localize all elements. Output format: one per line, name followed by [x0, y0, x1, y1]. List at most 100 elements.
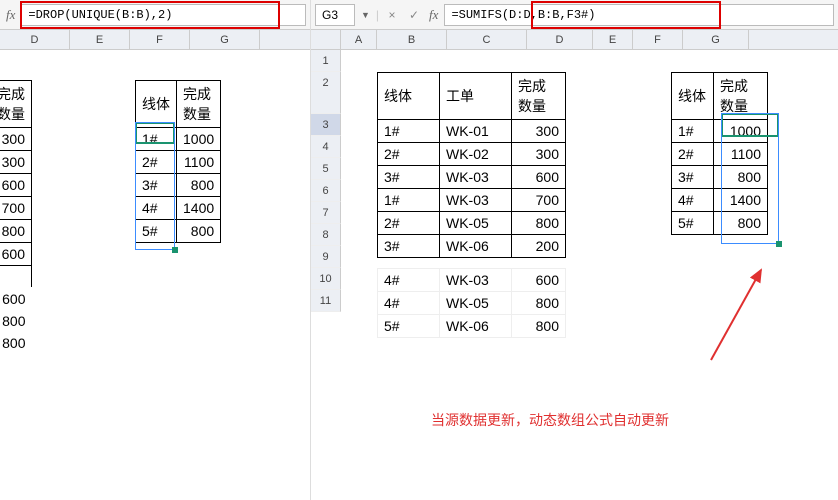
- data-cell[interactable]: 4#: [136, 197, 177, 220]
- data-cell[interactable]: 300: [512, 143, 566, 166]
- data-cell[interactable]: 1000: [177, 128, 221, 151]
- data-cell[interactable]: 200: [512, 235, 566, 258]
- data-cell[interactable]: 1#: [378, 189, 440, 212]
- data-cell[interactable]: WK-03: [440, 166, 512, 189]
- data-cell[interactable]: 600: [512, 269, 566, 292]
- col-header[interactable]: C: [447, 30, 527, 49]
- formula-input-left[interactable]: =DROP(UNIQUE(B:B),2): [21, 4, 306, 26]
- row-header[interactable]: 3: [311, 114, 341, 136]
- row-header[interactable]: 6: [311, 180, 341, 202]
- data-cell[interactable]: 800: [0, 310, 32, 332]
- fx-label[interactable]: fx: [427, 7, 440, 23]
- row-header[interactable]: 5: [311, 158, 341, 180]
- fill-handle-right[interactable]: [776, 241, 782, 247]
- col-header[interactable]: F: [130, 30, 190, 49]
- data-cell[interactable]: 1#: [672, 120, 714, 143]
- header-cell[interactable]: 完成 数量: [512, 73, 566, 120]
- header-cell[interactable]: 工单: [440, 73, 512, 120]
- data-cell[interactable]: 800: [512, 315, 566, 338]
- data-cell[interactable]: WK-01: [440, 120, 512, 143]
- col-header[interactable]: G: [683, 30, 749, 49]
- data-cell[interactable]: 800: [714, 212, 768, 235]
- data-cell[interactable]: 800: [512, 212, 566, 235]
- data-cell[interactable]: 600: [0, 288, 32, 311]
- data-cell[interactable]: 700: [512, 189, 566, 212]
- data-cell[interactable]: 800: [177, 174, 221, 197]
- data-cell[interactable]: WK-05: [440, 212, 512, 235]
- cells-right[interactable]: 线体 工单 完成 数量 1#WK-01300 2#WK-02300 3#WK-0…: [341, 50, 838, 480]
- data-cell[interactable]: 800: [714, 166, 768, 189]
- data-cell[interactable]: 2#: [378, 143, 440, 166]
- data-cell[interactable]: 800: [0, 332, 32, 354]
- data-cell[interactable]: 3#: [378, 166, 440, 189]
- col-header[interactable]: A: [341, 30, 377, 49]
- data-cell[interactable]: 3#: [672, 166, 714, 189]
- namebox-dropdown-icon[interactable]: ▼: [359, 10, 372, 20]
- data-cell[interactable]: 2#: [378, 212, 440, 235]
- header-cell[interactable]: 完成 数量: [0, 81, 32, 128]
- header-cell[interactable]: 完成 数量: [177, 81, 221, 128]
- cancel-icon[interactable]: ×: [383, 6, 401, 24]
- data-cell[interactable]: WK-06: [440, 315, 512, 338]
- data-cell[interactable]: 1400: [714, 189, 768, 212]
- data-cell[interactable]: 3#: [378, 235, 440, 258]
- col-header[interactable]: B: [377, 30, 447, 49]
- data-cell[interactable]: 2#: [672, 143, 714, 166]
- column-headers-right: A B C D E F G: [311, 30, 838, 50]
- col-header[interactable]: E: [593, 30, 633, 49]
- data-cell[interactable]: 300: [0, 151, 32, 174]
- data-cell[interactable]: 600: [512, 166, 566, 189]
- data-cell[interactable]: 700: [0, 197, 32, 220]
- data-cell[interactable]: 5#: [672, 212, 714, 235]
- col-header[interactable]: D: [527, 30, 593, 49]
- data-cell[interactable]: 5#: [378, 315, 440, 338]
- data-cell[interactable]: WK-02: [440, 143, 512, 166]
- data-cell[interactable]: 1400: [177, 197, 221, 220]
- data-cell[interactable]: WK-03: [440, 189, 512, 212]
- row-header[interactable]: 7: [311, 202, 341, 224]
- header-cell[interactable]: 完成 数量: [714, 73, 768, 120]
- col-header[interactable]: G: [190, 30, 260, 49]
- header-cell[interactable]: 线体: [378, 73, 440, 120]
- col-header[interactable]: D: [0, 30, 70, 49]
- cells-left[interactable]: 完成 数量 300 300 600 700 800 600 600 800 80…: [0, 50, 310, 480]
- data-cell[interactable]: WK-03: [440, 269, 512, 292]
- col-header[interactable]: E: [70, 30, 130, 49]
- data-cell[interactable]: 3#: [136, 174, 177, 197]
- data-cell[interactable]: 300: [512, 120, 566, 143]
- data-cell[interactable]: 2#: [136, 151, 177, 174]
- data-cell[interactable]: 1100: [177, 151, 221, 174]
- row-header[interactable]: 1: [311, 50, 341, 72]
- col-header[interactable]: F: [633, 30, 683, 49]
- data-cell[interactable]: 600: [0, 243, 32, 266]
- data-cell[interactable]: WK-05: [440, 292, 512, 315]
- data-cell[interactable]: 800: [177, 220, 221, 243]
- data-cell[interactable]: 1#: [378, 120, 440, 143]
- row-header[interactable]: 9: [311, 246, 341, 268]
- enter-icon[interactable]: ✓: [405, 6, 423, 24]
- row-header[interactable]: 11: [311, 290, 341, 312]
- row-header[interactable]: 8: [311, 224, 341, 246]
- data-cell[interactable]: 800: [512, 292, 566, 315]
- header-cell[interactable]: 线体: [136, 81, 177, 128]
- data-cell[interactable]: 5#: [136, 220, 177, 243]
- data-cell[interactable]: [0, 266, 32, 288]
- data-cell[interactable]: 4#: [378, 292, 440, 315]
- data-cell[interactable]: 1100: [714, 143, 768, 166]
- fill-handle-left[interactable]: [172, 247, 178, 253]
- data-cell[interactable]: 1#: [136, 128, 177, 151]
- data-cell[interactable]: 4#: [378, 269, 440, 292]
- select-all[interactable]: [311, 30, 341, 49]
- row-header[interactable]: 4: [311, 136, 341, 158]
- row-header[interactable]: 10: [311, 268, 341, 290]
- data-cell[interactable]: 4#: [672, 189, 714, 212]
- formula-input-right[interactable]: =SUMIFS(D:D,B:B,F3#): [444, 4, 834, 26]
- row-header[interactable]: 2: [311, 72, 341, 114]
- data-cell[interactable]: 800: [0, 220, 32, 243]
- header-cell[interactable]: 线体: [672, 73, 714, 120]
- data-cell[interactable]: 600: [0, 174, 32, 197]
- data-cell[interactable]: 300: [0, 128, 32, 151]
- data-cell[interactable]: 1000: [714, 120, 768, 143]
- name-box[interactable]: G3: [315, 4, 355, 26]
- data-cell[interactable]: WK-06: [440, 235, 512, 258]
